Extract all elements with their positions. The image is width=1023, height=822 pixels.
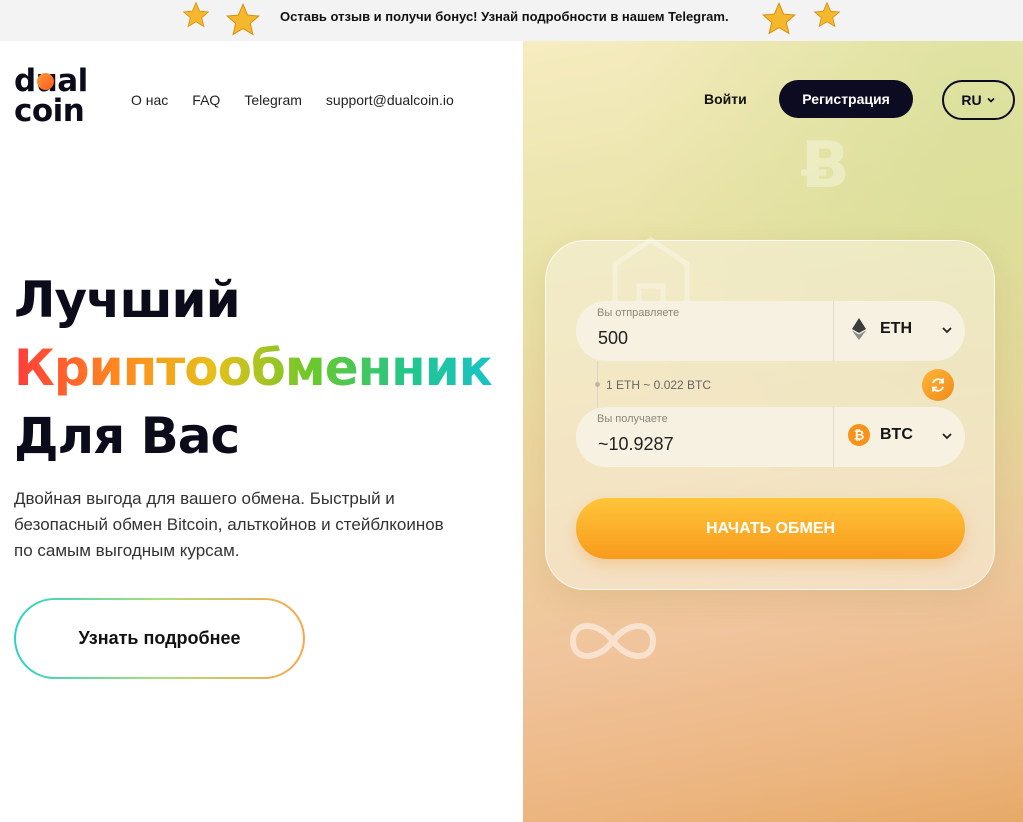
receive-field[interactable]: Вы получаете ~10.9287 ₿ BTC: [576, 407, 965, 467]
hero-title-line-3: Для Вас: [14, 407, 240, 465]
hero-title-line-1: Лучший: [14, 271, 241, 329]
hero-title-line-2: Криптообменник: [14, 334, 493, 402]
announcement-text[interactable]: Оставь отзыв и получи бонус! Узнай подро…: [280, 9, 729, 24]
receive-coin-selector[interactable]: ₿ BTC: [848, 424, 913, 446]
swap-button[interactable]: [922, 369, 954, 401]
star-icon: [760, 0, 798, 38]
star-icon: [224, 1, 262, 39]
send-label: Вы отправляете: [597, 307, 680, 319]
learn-more-button[interactable]: Узнать подробнее: [14, 598, 305, 679]
send-amount-input[interactable]: 500: [598, 328, 628, 349]
register-button-label: Регистрация: [802, 91, 890, 107]
chevron-down-icon[interactable]: [940, 323, 954, 337]
bitcoin-icon: ₿: [848, 424, 870, 446]
receive-coin-label: BTC: [880, 426, 913, 443]
receive-amount-input[interactable]: ~10.9287: [598, 434, 674, 455]
language-label: RU: [961, 92, 982, 108]
exchange-card: Вы отправляете 500 ETH 1 ETH ~ 0.022 BTC…: [545, 240, 995, 590]
exchange-rate: 1 ETH ~ 0.022 BTC: [606, 378, 712, 392]
field-divider: [833, 407, 834, 467]
field-divider: [833, 301, 834, 361]
send-coin-selector[interactable]: ETH: [848, 318, 912, 340]
infinity-watermark-icon: [553, 606, 673, 676]
rate-dot: [595, 382, 600, 387]
ethereum-icon: [848, 318, 870, 340]
nav-item-about[interactable]: О нас: [131, 92, 168, 108]
hero-title: Лучший Криптообменник Для Вас: [14, 266, 493, 470]
main-nav: О нас FAQ Telegram support@dualcoin.io: [131, 92, 454, 108]
logo[interactable]: dual coin: [14, 66, 88, 129]
swap-icon: [932, 378, 944, 392]
login-button[interactable]: Войти: [704, 91, 747, 107]
announcement-bar: Оставь отзыв и получи бонус! Узнай подро…: [0, 0, 1023, 41]
register-button[interactable]: Регистрация: [779, 80, 913, 118]
nav-item-telegram[interactable]: Telegram: [244, 92, 302, 108]
logo-dot: [37, 73, 54, 90]
language-selector[interactable]: RU: [942, 80, 1015, 120]
start-exchange-button[interactable]: НАЧАТЬ ОБМЕН: [576, 498, 965, 559]
svg-text:₿: ₿: [854, 429, 865, 444]
nav-item-faq[interactable]: FAQ: [192, 92, 220, 108]
send-coin-label: ETH: [880, 320, 912, 337]
start-exchange-label: НАЧАТЬ ОБМЕН: [705, 519, 836, 537]
nav-item-support-email[interactable]: support@dualcoin.io: [326, 92, 454, 108]
receive-label: Вы получаете: [597, 413, 668, 425]
bitcoin-watermark-icon: Ƀ: [801, 129, 850, 203]
star-icon: [181, 0, 211, 30]
star-icon: [812, 0, 842, 30]
hero-subtitle: Двойная выгода для вашего обмена. Быстры…: [14, 489, 444, 560]
send-field[interactable]: Вы отправляете 500 ETH: [576, 301, 965, 361]
chevron-down-icon[interactable]: [940, 429, 954, 443]
chevron-down-icon: [986, 92, 996, 108]
logo-line-2: coin: [14, 93, 85, 129]
learn-more-button-label: Узнать подробнее: [16, 600, 303, 677]
